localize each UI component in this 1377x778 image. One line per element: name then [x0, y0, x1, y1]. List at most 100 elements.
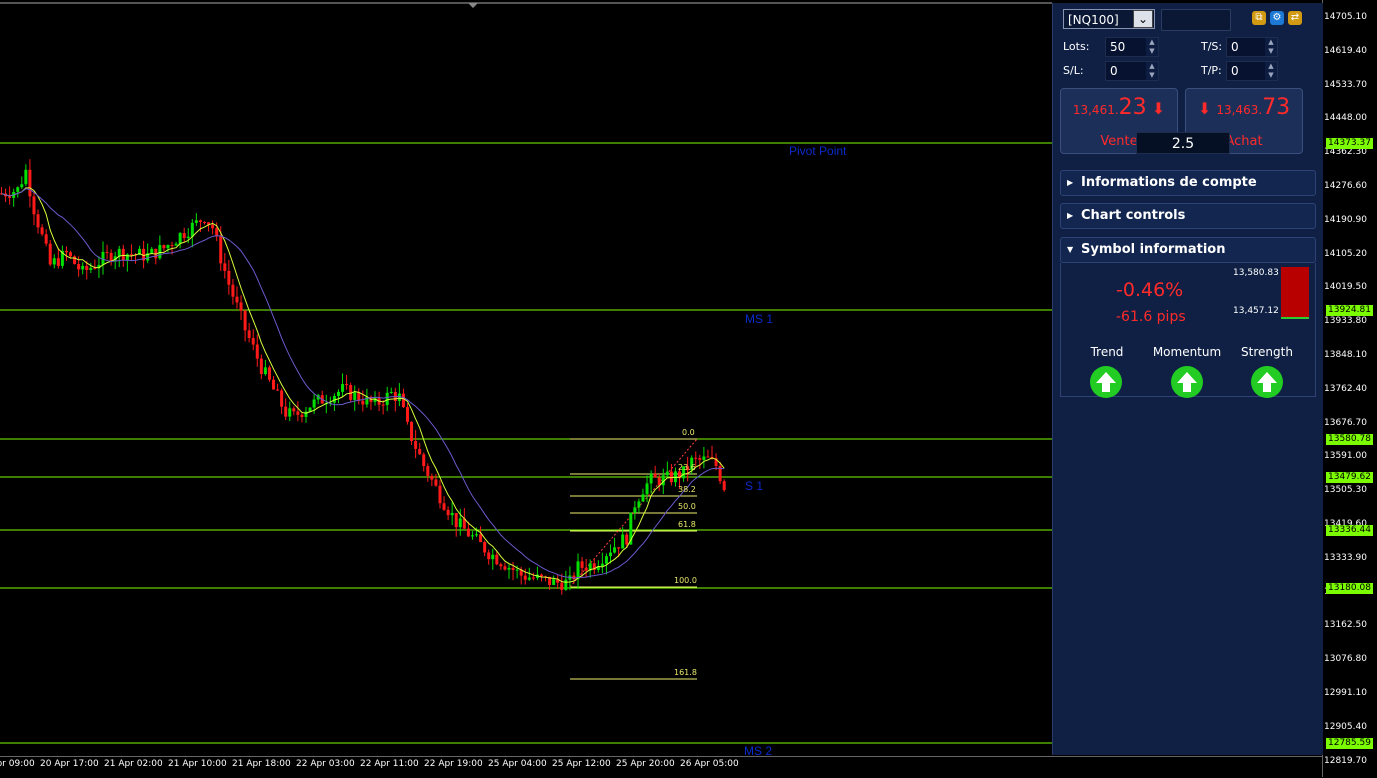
- candle-up: [450, 512, 454, 516]
- candle-down: [483, 542, 487, 553]
- symbol-search-input[interactable]: [1161, 9, 1231, 31]
- candle-up: [470, 535, 474, 537]
- spinner-arrows-icon[interactable]: ▲ ▼: [1265, 62, 1277, 80]
- candle-down: [438, 485, 442, 504]
- fast-moving-average-line: [1, 187, 725, 583]
- copy-icon[interactable]: ⧉: [1252, 11, 1266, 25]
- accordion-account-info[interactable]: ▶ Informations de compte: [1060, 170, 1316, 196]
- candle-up: [336, 391, 340, 397]
- time-axis-label: 21 Apr 10:00: [168, 759, 227, 769]
- candle-up: [158, 245, 162, 259]
- sl-label: S/L:: [1063, 64, 1084, 77]
- spinner-arrows-icon[interactable]: ▲ ▼: [1146, 38, 1158, 56]
- price-axis-label: 13162.50: [1324, 620, 1367, 631]
- candle-down: [511, 567, 515, 570]
- price-axis-label: 13076.80: [1324, 654, 1367, 665]
- arrow-down-icon: ⬇: [1151, 99, 1166, 118]
- candle-down: [698, 458, 702, 460]
- candle-down: [300, 414, 304, 417]
- price-axis-label: 13676.70: [1324, 417, 1367, 428]
- lots-input[interactable]: 50 ▲ ▼: [1105, 37, 1159, 57]
- candle-down: [69, 252, 73, 257]
- fib-label: 161.8: [674, 668, 697, 677]
- candle-down: [296, 411, 300, 415]
- tp-value: 0: [1231, 64, 1239, 78]
- candle-up: [174, 243, 178, 246]
- candle-down: [272, 379, 276, 390]
- price-axis: 14705.10 14619.40 14533.70 14448.00 14362.30…: [1322, 0, 1377, 777]
- candle-down: [414, 441, 418, 449]
- price-axis-label: 14705.10: [1324, 12, 1367, 22]
- lots-label: Lots:: [1063, 40, 1090, 53]
- price-axis-label: 14190.90: [1324, 214, 1367, 225]
- candle-up: [186, 236, 190, 239]
- price-axis-label: 13505.30: [1324, 485, 1367, 496]
- candle-down: [36, 214, 40, 228]
- trend-up-arrow-icon: [1090, 366, 1122, 398]
- time-axis-label: 20 Apr 17:00: [40, 759, 99, 769]
- spinner-arrows-icon[interactable]: ▲ ▼: [1146, 62, 1158, 80]
- candle-down: [669, 471, 673, 483]
- candle-down: [406, 407, 409, 422]
- candle-down: [28, 169, 32, 197]
- tp-input[interactable]: 0 ▲ ▼: [1226, 61, 1278, 81]
- price-level-tag: 13336.44: [1326, 525, 1373, 536]
- candle-up: [564, 579, 568, 590]
- candle-up: [649, 473, 653, 484]
- candle-up: [389, 392, 393, 394]
- candle-down: [617, 547, 621, 549]
- ts-value: 0: [1231, 40, 1239, 54]
- candle-down: [657, 477, 661, 486]
- strength-label: Strength: [1241, 345, 1293, 359]
- candle-down: [426, 466, 430, 476]
- tp-label: T/P:: [1201, 64, 1222, 77]
- candle-down: [255, 344, 259, 359]
- ts-input[interactable]: 0 ▲ ▼: [1226, 37, 1278, 57]
- candle-down: [198, 220, 202, 222]
- candle-down: [442, 503, 446, 510]
- accordion-label: Informations de compte: [1081, 175, 1257, 190]
- price-axis-label: 12991.10: [1324, 688, 1367, 698]
- candle-down: [487, 552, 491, 560]
- candle-down: [129, 254, 133, 256]
- range-low: 13,457.12: [1233, 306, 1279, 316]
- candle-down: [231, 284, 235, 297]
- candle-up: [665, 471, 669, 476]
- caret-right-icon: ▶: [1067, 178, 1074, 187]
- candle-down: [85, 265, 89, 270]
- link-icon[interactable]: ⇄: [1288, 11, 1302, 25]
- gear-icon[interactable]: ⚙: [1270, 11, 1284, 25]
- candle-up: [527, 577, 531, 580]
- candle-down: [215, 228, 219, 237]
- candle-down: [694, 457, 698, 459]
- candle-up: [16, 187, 20, 192]
- candle-down: [466, 528, 470, 537]
- candle-up: [458, 518, 462, 528]
- candle-up: [288, 408, 292, 417]
- momentum-up-arrow-icon: [1171, 366, 1203, 398]
- chevron-down-icon[interactable]: ⌄: [1133, 10, 1153, 28]
- time-axis: 20 Apr 09:00 20 Apr 17:00 21 Apr 02:00 21 A…: [0, 756, 1322, 778]
- candle-down: [235, 296, 239, 303]
- price-axis-label: 14619.40: [1324, 45, 1367, 56]
- candle-up: [397, 393, 401, 401]
- price-axis-label: 12905.40: [1324, 721, 1367, 732]
- pivot-point-label: Pivot Point: [789, 144, 847, 158]
- candle-up: [166, 245, 170, 249]
- price-axis-label: 13933.80: [1324, 316, 1367, 327]
- sell-price-small: 13,461.: [1072, 103, 1119, 117]
- accordion-symbol-information[interactable]: ▼ Symbol information: [1060, 237, 1316, 263]
- sl-input[interactable]: 0 ▲ ▼: [1105, 61, 1159, 81]
- candle-up: [491, 554, 495, 560]
- candle-down: [434, 479, 438, 486]
- candle-down: [523, 575, 527, 580]
- price-level-tag: 13580.78: [1326, 434, 1373, 445]
- price-level-tag: 13924.81: [1326, 305, 1373, 316]
- spinner-arrows-icon[interactable]: ▲ ▼: [1265, 38, 1277, 56]
- fib-label: 0.0: [682, 428, 695, 437]
- candle-down: [653, 473, 657, 478]
- candle-up: [194, 220, 198, 223]
- momentum-label: Momentum: [1152, 345, 1222, 359]
- candle-down: [32, 196, 36, 215]
- accordion-chart-controls[interactable]: ▶ Chart controls: [1060, 203, 1316, 229]
